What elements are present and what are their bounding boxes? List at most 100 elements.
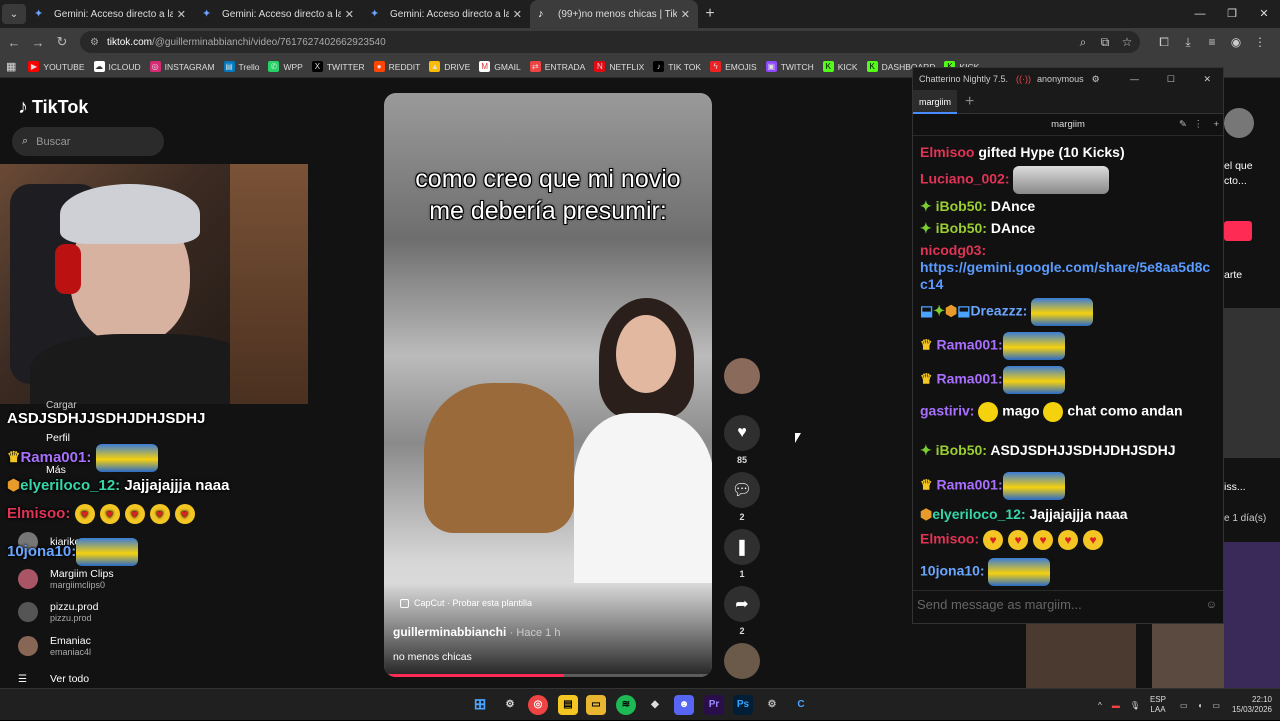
related-thumbnail[interactable] (1224, 542, 1280, 688)
microphone-icon[interactable]: 🎙︎ (1130, 701, 1140, 710)
bookmark-star-icon[interactable]: ☆ (1116, 35, 1138, 49)
tab-search-button[interactable]: ⌄ (2, 4, 26, 24)
follow-button[interactable] (1224, 221, 1252, 241)
battery-icon[interactable]: ▭ (1212, 701, 1220, 710)
chrome-icon[interactable]: ◎ (528, 695, 548, 715)
close-tab-icon[interactable]: ✕ (513, 8, 522, 21)
tiktok-logo[interactable]: ♪ TikTok (18, 96, 88, 119)
capcut-icon (400, 598, 409, 608)
tray-app-icon[interactable]: ▬ (1112, 701, 1120, 710)
file-explorer-icon[interactable]: ▭ (586, 695, 606, 715)
settings-icon[interactable]: ⚙ (500, 695, 520, 715)
zoom-icon[interactable]: ⌕ (1072, 35, 1094, 50)
minimize-icon[interactable]: — (1130, 74, 1139, 84)
photoshop-icon[interactable]: Ps (733, 695, 753, 715)
bookmark-icloud[interactable]: ☁ ICLOUD (93, 61, 141, 72)
spotify-icon[interactable]: ≋ (616, 695, 636, 715)
add-split-icon[interactable]: + (1213, 114, 1219, 136)
add-tab-icon[interactable]: + (965, 93, 974, 111)
author-avatar-button[interactable] (722, 358, 762, 394)
chatterino-icon[interactable]: C (791, 695, 811, 715)
premiere-icon[interactable]: Pr (704, 695, 724, 715)
close-window-icon[interactable]: ✕ (1248, 0, 1280, 28)
bookmark-twitch[interactable]: ▣ TWITCH (765, 61, 814, 72)
chat-input[interactable]: Send message as margiim... ☺ (913, 590, 1223, 618)
related-thumbnail[interactable] (1224, 308, 1280, 458)
browser-tab[interactable]: ✦Gemini: Acceso directo a la IA c✕ (26, 0, 194, 28)
share-button[interactable]: ➦ 2 (722, 586, 762, 636)
related-thumbnail[interactable] (1152, 624, 1224, 688)
bookmark-reddit[interactable]: ● REDDIT (373, 61, 420, 72)
bookmark-instagram[interactable]: ◎ INSTAGRAM (149, 61, 215, 72)
ver-todo-link[interactable]: ☰ Ver todo (18, 673, 89, 685)
video-author[interactable]: guillerminabbianchi · Hace 1 h (393, 625, 560, 639)
badge-icon: ⬢ (7, 477, 21, 494)
crown-icon: ♛ (920, 336, 933, 353)
forward-icon[interactable]: → (26, 35, 50, 50)
video-progress-bar[interactable] (384, 674, 712, 677)
new-tab-button[interactable]: + (698, 5, 722, 23)
video-player[interactable]: como creo que mi novio me debería presumi… (384, 93, 712, 677)
windows-start-icon[interactable]: ⊞ (470, 695, 490, 715)
volume-icon[interactable]: ◖ (1198, 701, 1203, 710)
chat-link[interactable]: https://gemini.google.com/share/5e8aa5d8… (920, 259, 1210, 292)
related-thumbnail[interactable] (1026, 624, 1136, 688)
like-button[interactable]: ♥ 85 (722, 415, 762, 465)
avatar[interactable] (1224, 108, 1254, 138)
emoji-icon[interactable]: ☺ (1206, 591, 1217, 619)
restore-icon[interactable]: ❐ (1216, 0, 1248, 28)
browser-tab[interactable]: ✦Gemini: Acceso directo a la IA c✕ (194, 0, 362, 28)
capcut-template-link[interactable]: CapCut · Probar esta plantilla (400, 598, 532, 608)
bookmark-trello[interactable]: ▤ Trello (223, 61, 259, 72)
apps-icon[interactable]: ▦ (6, 60, 16, 73)
following-item[interactable]: Margiim Clips margiimclips0 (18, 568, 114, 590)
profile-icon[interactable]: ◉ (1224, 35, 1248, 49)
bookmark-entrada[interactable]: ⇄ ENTRADA (529, 61, 585, 72)
settings-gear-icon[interactable]: ⚙ (1092, 74, 1100, 85)
language-indicator[interactable]: ESP LAA (1150, 695, 1166, 715)
close-tab-icon[interactable]: ✕ (681, 8, 690, 21)
bookmark-drive[interactable]: ▲ DRIVE (429, 61, 470, 72)
site-info-icon[interactable]: ⚙ (90, 37, 99, 48)
bookmark-gmail[interactable]: M GMAIL (479, 61, 521, 72)
search-input[interactable]: ⌕ Buscar (12, 127, 164, 156)
more-icon[interactable]: ⋮ (1194, 114, 1204, 136)
install-icon[interactable]: ⧉ (1094, 35, 1116, 50)
steam-icon[interactable]: ⚙ (762, 695, 782, 715)
tray-chevron-icon[interactable]: ^ (1098, 701, 1102, 710)
network-icon[interactable]: ▭ (1180, 701, 1188, 710)
minimize-icon[interactable]: — (1184, 0, 1216, 28)
back-icon[interactable]: ← (2, 35, 26, 50)
following-item[interactable]: Emaniac emaniac4l (18, 635, 91, 657)
music-disc-button[interactable] (722, 643, 762, 679)
maximize-icon[interactable]: ☐ (1167, 74, 1175, 85)
save-button[interactable]: ❚ 1 (722, 529, 762, 579)
menu-icon[interactable]: ⋮ (1248, 35, 1272, 49)
close-tab-icon[interactable]: ✕ (177, 8, 186, 21)
tab-margiim[interactable]: margiim (913, 89, 958, 114)
close-tab-icon[interactable]: ✕ (345, 8, 354, 21)
following-item[interactable]: pizzu.prod pizzu.prod (18, 601, 98, 623)
sticky-notes-icon[interactable]: ▤ (558, 695, 578, 715)
app-icon[interactable]: ◆ (645, 695, 665, 715)
bookmark-emojis[interactable]: ϟ EMOJIS (710, 61, 757, 72)
bookmark-twitter[interactable]: X TWITTER (311, 61, 365, 72)
browser-tab[interactable]: ✦Gemini: Acceso directo a la IA c✕ (362, 0, 530, 28)
bookmark-netflix[interactable]: N NETFLIX (594, 61, 644, 72)
edit-icon[interactable]: ✎ (1179, 114, 1187, 136)
discord-icon[interactable]: ☻ (674, 695, 694, 715)
bookmark-kick[interactable]: K KICK (822, 61, 858, 72)
bookmark-youtube[interactable]: ▶ YOUTUBE (28, 61, 85, 72)
browser-tab-active[interactable]: ♪(99+)no menos chicas | TikTok✕ (530, 0, 698, 28)
media-icon[interactable]: ≡ (1200, 35, 1224, 49)
url-input[interactable]: ⚙ tiktok.com/@guillerminabbianchi/video/… (80, 31, 1140, 53)
comment-button[interactable]: 💬︎ 2 (722, 472, 762, 522)
extensions-icon[interactable]: ⧠ (1152, 35, 1176, 50)
clock[interactable]: 22:10 15/03/2026 (1232, 695, 1272, 715)
sidebar-item-perfil[interactable]: Perfil (46, 432, 70, 444)
reload-icon[interactable]: ↻ (50, 34, 74, 50)
download-icon[interactable]: ⤓ (1176, 35, 1200, 50)
bookmark-wpp[interactable]: ✆ WPP (268, 61, 303, 72)
bookmark-tiktok[interactable]: ♪ TIK TOK (653, 61, 701, 72)
close-window-icon[interactable]: ✕ (1203, 74, 1211, 85)
